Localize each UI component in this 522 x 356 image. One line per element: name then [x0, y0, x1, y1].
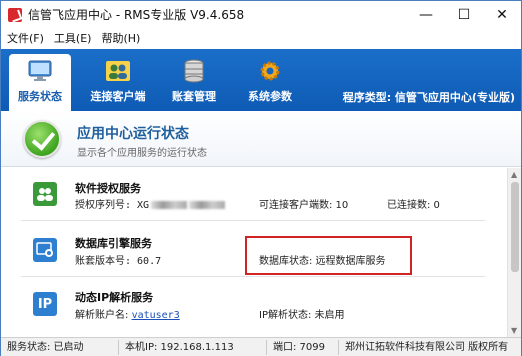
- maximize-button[interactable]: ☐: [445, 1, 483, 28]
- main-toolbar: 服务状态 连接客户端 账套管理 系统参数 程序类型: 信管飞应用中心(专业版): [1, 49, 521, 111]
- database-icon: [181, 58, 207, 84]
- license-serial: 授权序列号: XG: [75, 196, 226, 211]
- window-controls: — ☐ ✕: [407, 1, 521, 28]
- vertical-scrollbar[interactable]: ▲ ▼: [507, 168, 521, 337]
- redacted-blur: [189, 201, 226, 209]
- license-max-clients: 可连接客户端数: 10: [259, 200, 349, 211]
- app-logo-icon: [8, 7, 22, 22]
- menu-bar: 文件(F) 工具(E) 帮助(H): [1, 28, 521, 48]
- redacted-blur: [151, 201, 188, 209]
- close-button[interactable]: ✕: [483, 1, 521, 28]
- gear-icon: [257, 58, 283, 84]
- scroll-down-icon[interactable]: ▼: [511, 326, 517, 335]
- ip-resolve-status: IP解析状态: 未启用: [259, 310, 345, 321]
- ip-service-name: 动态IP解析服务: [75, 291, 154, 304]
- tab-connected-clients-label: 连接客户端: [90, 90, 146, 103]
- status-local-ip: 本机IP: 192.168.1.113: [119, 339, 267, 355]
- tab-system-parameters[interactable]: 系统参数: [239, 54, 301, 111]
- database-version: 账套版本号: 60.7: [75, 256, 162, 267]
- tab-system-parameters-label: 系统参数: [248, 90, 292, 103]
- status-bar: 服务状态: 已启动 本机IP: 192.168.1.113 端口: 7099 郑…: [1, 337, 521, 356]
- menu-tools[interactable]: 工具(E): [54, 30, 92, 46]
- license-users-icon: [33, 182, 57, 206]
- page-title: 应用中心运行状态: [77, 126, 189, 142]
- license-serial-text: 授权序列号: XG: [75, 200, 150, 211]
- scroll-thumb[interactable]: [511, 182, 519, 272]
- title-bar[interactable]: 信管飞应用中心 - RMS专业版 V9.4.658 — ☐ ✕: [1, 1, 521, 28]
- tab-service-status[interactable]: 服务状态: [9, 54, 71, 111]
- program-type: 程序类型: 信管飞应用中心(专业版): [342, 91, 515, 104]
- tab-service-status-label: 服务状态: [18, 90, 62, 103]
- status-header: 应用中心运行状态 显示各个应用服务的运行状态: [1, 111, 521, 167]
- highlight-box: [245, 236, 412, 275]
- ip-resolve-icon: IP: [33, 292, 57, 316]
- users-icon: [105, 58, 131, 84]
- page-subtitle: 显示各个应用服务的运行状态: [77, 148, 207, 159]
- divider: [21, 276, 485, 277]
- database-engine-icon: [33, 238, 57, 262]
- ip-account-label: 解析账户名:: [75, 310, 129, 321]
- monitor-icon: [27, 58, 53, 84]
- app-window: 信管飞应用中心 - RMS专业版 V9.4.658 — ☐ ✕ 文件(F) 工具…: [0, 0, 522, 356]
- checkmark-icon: [23, 120, 61, 158]
- window-title: 信管飞应用中心 - RMS专业版 V9.4.658: [28, 8, 245, 22]
- menu-help[interactable]: 帮助(H): [101, 30, 140, 46]
- status-copyright: 郑州讧拓软件科技有限公司 版权所有: [345, 341, 509, 353]
- tab-connected-clients[interactable]: 连接客户端: [87, 54, 149, 111]
- ip-account-link[interactable]: vatuser3: [132, 310, 180, 321]
- divider: [21, 220, 485, 221]
- service-list: 软件授权服务 授权序列号: XG 可连接客户端数: 10 已连接数: 0 数据库…: [1, 168, 507, 337]
- tab-account-management-label: 账套管理: [172, 90, 216, 103]
- minimize-button[interactable]: —: [407, 1, 445, 28]
- ip-account: 解析账户名: vatuser3: [75, 306, 180, 321]
- database-service-name: 数据库引擎服务: [75, 237, 152, 250]
- status-port: 端口: 7099: [267, 339, 339, 355]
- license-service-name: 软件授权服务: [75, 182, 141, 195]
- scroll-up-icon[interactable]: ▲: [511, 170, 517, 179]
- status-service: 服务状态: 已启动: [1, 339, 119, 355]
- tab-account-management[interactable]: 账套管理: [163, 54, 225, 111]
- license-connected-count: 已连接数: 0: [387, 200, 440, 211]
- menu-file[interactable]: 文件(F): [7, 30, 44, 46]
